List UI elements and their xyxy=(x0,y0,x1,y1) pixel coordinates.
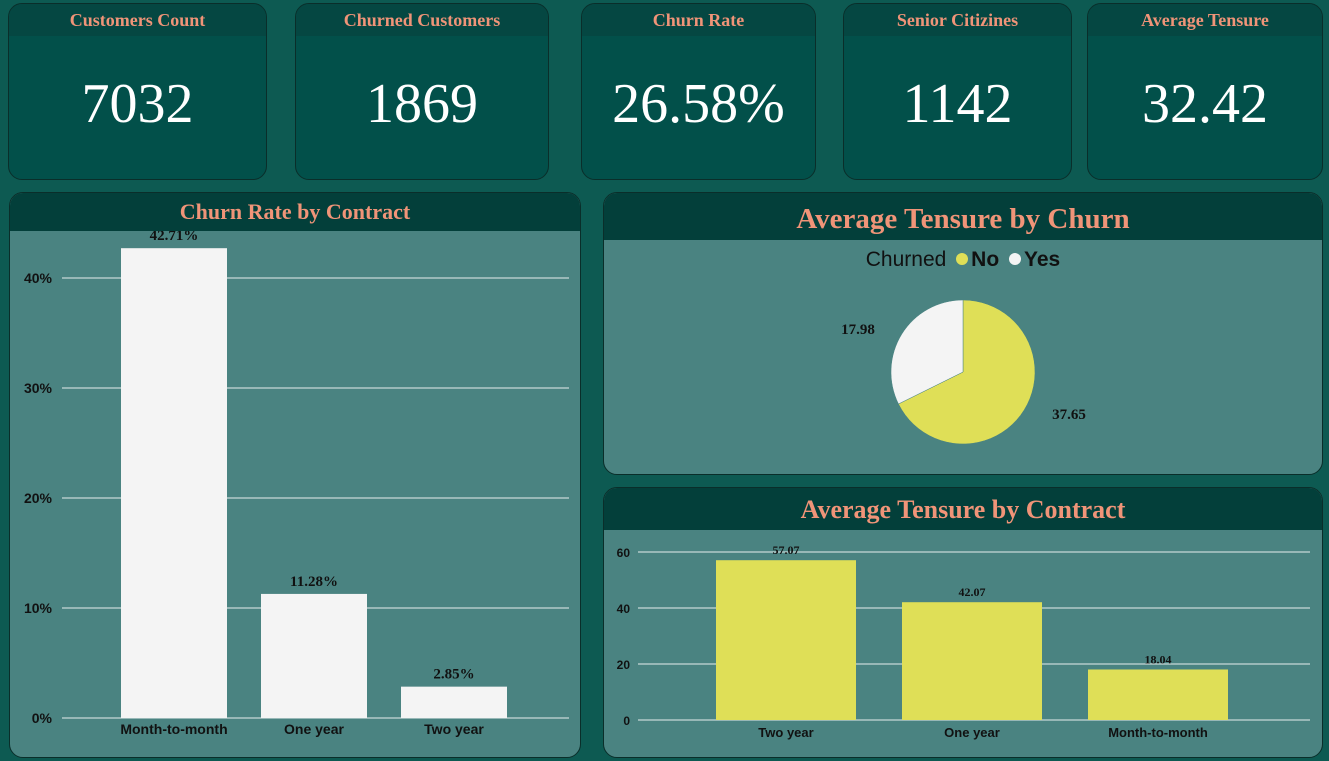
kpi-customers-count: Customers Count 7032 xyxy=(8,3,267,180)
x-tick-label: Two year xyxy=(758,725,813,740)
data-label: 42.07 xyxy=(959,585,986,599)
x-tick-label: Month-to-month xyxy=(1108,725,1208,740)
y-tick-label: 30% xyxy=(24,380,53,396)
pie-data-label: 17.98 xyxy=(841,322,875,338)
data-label: 18.04 xyxy=(1145,652,1172,666)
y-tick-label: 10% xyxy=(24,600,53,616)
chart-title: Average Tensure by Churn xyxy=(604,193,1322,240)
kpi-value: 7032 xyxy=(81,73,194,135)
chart-title: Churn Rate by Contract xyxy=(10,193,580,231)
bar xyxy=(261,593,367,718)
pie-data-label: 37.65 xyxy=(1052,407,1086,423)
avg-tenure-by-churn-panel: Average Tensure by Churn Churned No Yes … xyxy=(603,192,1323,475)
x-tick-label: One year xyxy=(284,721,344,737)
y-tick-label: 60 xyxy=(617,546,631,560)
legend-no-label: No xyxy=(971,248,1000,271)
y-tick-label: 20% xyxy=(24,490,53,506)
bar xyxy=(401,686,507,718)
x-tick-label: Month-to-month xyxy=(120,721,227,737)
y-tick-label: 0 xyxy=(623,714,630,728)
churn-rate-bar-chart: 0% 10% 20% 30% 40% 42.71% Month-to-month 11.28%… xyxy=(24,231,569,737)
kpi-churn-rate: Churn Rate 26.58% xyxy=(581,3,816,180)
kpi-value: 1142 xyxy=(902,73,1013,135)
kpi-title: Customers Count xyxy=(9,4,266,36)
kpi-churned-customers: Churned Customers 1869 xyxy=(295,3,549,180)
y-tick-label: 40 xyxy=(617,602,631,616)
avg-tenure-pie-chart: 37.65 17.98 xyxy=(841,299,1086,445)
data-label: 11.28% xyxy=(290,574,338,590)
kpi-title: Senior Citizines xyxy=(844,4,1071,36)
legend-yes-label: Yes xyxy=(1024,248,1061,271)
x-tick-label: Two year xyxy=(424,721,484,737)
data-label: 42.71% xyxy=(150,231,199,244)
churn-rate-by-contract-panel: Churn Rate by Contract 0% 10% 20% 30% 40% 42.… xyxy=(9,192,581,758)
y-tick-label: 40% xyxy=(24,270,53,286)
data-label: 57.07 xyxy=(773,543,800,557)
bar xyxy=(716,560,856,720)
kpi-senior-citizens: Senior Citizines 1142 xyxy=(843,3,1072,180)
data-label: 2.85% xyxy=(433,667,474,683)
bar xyxy=(1088,669,1228,720)
y-tick-label: 0% xyxy=(32,710,53,726)
kpi-average-tenure: Average Tensure 32.42 xyxy=(1087,3,1323,180)
bar xyxy=(902,602,1042,720)
bar xyxy=(121,248,227,718)
legend-yes-swatch xyxy=(1009,252,1022,265)
kpi-title: Churned Customers xyxy=(296,4,548,36)
kpi-title: Churn Rate xyxy=(582,4,815,36)
avg-tenure-by-contract-panel: Average Tensure by Contract 0 20 40 60 57.07… xyxy=(603,487,1323,758)
legend-title: Churned xyxy=(865,248,947,271)
kpi-value: 1869 xyxy=(366,73,478,135)
kpi-value: 26.58% xyxy=(612,73,785,135)
pie-legend: Churned No Yes xyxy=(604,248,1322,272)
kpi-title: Average Tensure xyxy=(1088,4,1322,36)
avg-tenure-bar-chart: 0 20 40 60 57.07 Two year 42.07 One year 18.04 Mo… xyxy=(617,543,1310,740)
chart-title: Average Tensure by Contract xyxy=(604,488,1322,530)
y-tick-label: 20 xyxy=(617,658,631,672)
kpi-value: 32.42 xyxy=(1142,73,1268,135)
x-tick-label: One year xyxy=(944,725,1000,740)
legend-no-swatch xyxy=(956,252,969,265)
